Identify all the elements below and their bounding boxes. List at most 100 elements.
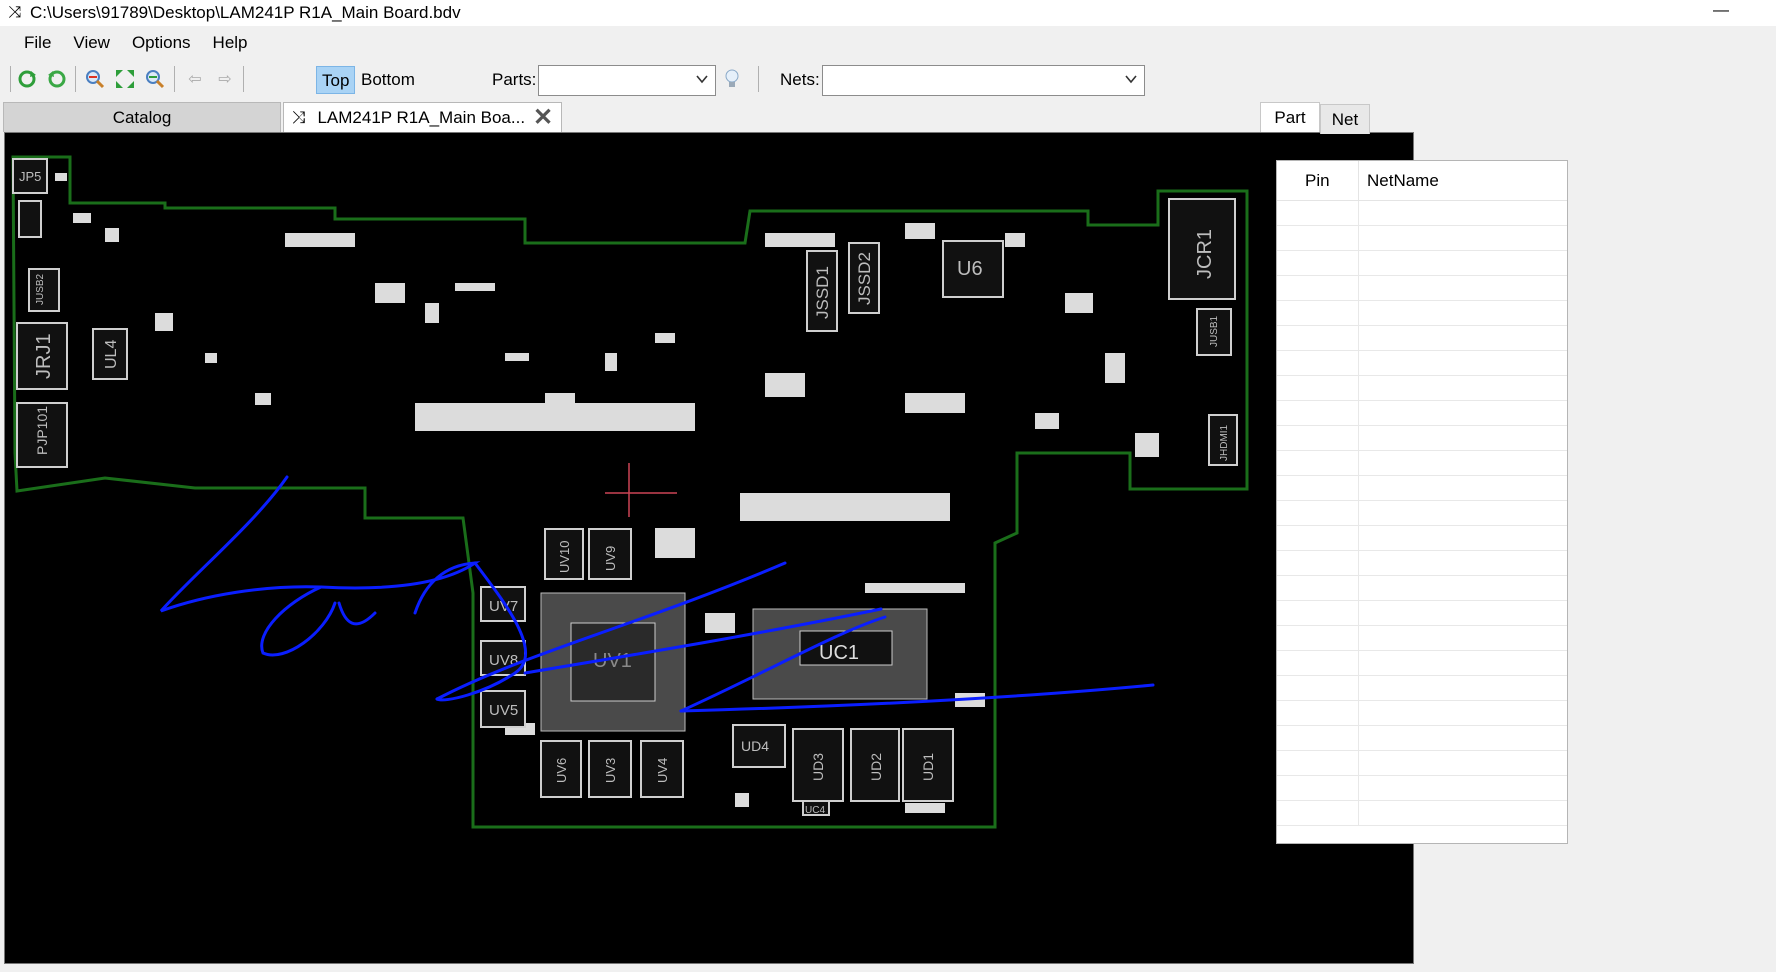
grid-row[interactable] <box>1277 326 1567 351</box>
refresh-icon[interactable] <box>16 68 38 90</box>
grid-row[interactable] <box>1277 301 1567 326</box>
grid-row[interactable] <box>1277 751 1567 776</box>
col-pin-header[interactable]: Pin <box>1277 161 1359 200</box>
grid-row[interactable] <box>1277 551 1567 576</box>
grid-row[interactable] <box>1277 476 1567 501</box>
col-netname-header[interactable]: NetName <box>1359 161 1439 200</box>
grid-cell <box>1277 576 1359 600</box>
nets-label: Nets: <box>780 70 820 89</box>
close-icon[interactable]: ✕ <box>533 103 553 132</box>
grid-cell <box>1277 626 1359 650</box>
bottom-side-button[interactable]: Bottom <box>356 66 420 94</box>
toolbar-grip <box>10 66 11 92</box>
grid-cell <box>1277 276 1359 300</box>
grid-cell <box>1277 726 1359 750</box>
label-uc1: UC1 <box>819 642 859 664</box>
tab-board[interactable]: ⤨ LAM241P R1A_Main Boa... ✕ <box>283 102 562 132</box>
tab-part[interactable]: Part <box>1260 102 1320 132</box>
grid-cell <box>1277 801 1359 825</box>
label-jcr1: JCR1 <box>1194 229 1216 279</box>
zoom-out-icon[interactable] <box>144 68 166 90</box>
grid-cell <box>1277 301 1359 325</box>
label-jusb1: JUSB1 <box>1209 315 1220 347</box>
grid-cell <box>1277 676 1359 700</box>
label-uv3: UV3 <box>603 758 618 783</box>
grid-row[interactable] <box>1277 776 1567 801</box>
grid-row[interactable] <box>1277 376 1567 401</box>
label-uv8: UV8 <box>489 652 518 669</box>
toolbar-separator <box>243 66 244 92</box>
label-uv5: UV5 <box>489 702 518 719</box>
toolbar: ⇦ ⇨ Top Bottom Parts: Nets: <box>0 60 1776 98</box>
grid-row[interactable] <box>1277 401 1567 426</box>
grid-row[interactable] <box>1277 201 1567 226</box>
bulb-icon[interactable] <box>721 68 743 90</box>
tab-net-label: Net <box>1331 109 1359 129</box>
grid-cell <box>1277 776 1359 800</box>
grid-cell <box>1277 476 1359 500</box>
label-uc4: UC4 <box>805 805 825 816</box>
tab-net[interactable]: Net <box>1320 104 1370 134</box>
parts-combobox[interactable] <box>538 65 716 96</box>
grid-row[interactable] <box>1277 251 1567 276</box>
board-canvas[interactable]: JP5 JUSB2 JRJ1 PJP101 UL4 JSSD1 JSSD2 U6… <box>4 132 1414 964</box>
grid-row[interactable] <box>1277 626 1567 651</box>
grid-cell <box>1277 501 1359 525</box>
window-title: C:\Users\91789\Desktop\LAM241P R1A_Main … <box>30 3 461 22</box>
menu-view[interactable]: View <box>62 33 121 53</box>
label-ul4: UL4 <box>103 340 120 369</box>
back-arrow-icon[interactable]: ⇦ <box>184 68 206 90</box>
toolbar-separator <box>758 66 759 92</box>
label-pjp101: PJP101 <box>34 406 50 455</box>
grid-row[interactable] <box>1277 601 1567 626</box>
label-jusb2: JUSB2 <box>35 273 46 305</box>
menu-file[interactable]: File <box>0 33 62 53</box>
top-side-button[interactable]: Top <box>316 66 356 94</box>
pin-net-grid[interactable]: Pin NetName <box>1276 160 1568 844</box>
grid-row[interactable] <box>1277 451 1567 476</box>
minimize-button[interactable]: — <box>1706 2 1736 20</box>
grid-cell <box>1277 426 1359 450</box>
grid-row[interactable] <box>1277 651 1567 676</box>
grid-row[interactable] <box>1277 501 1567 526</box>
forward-arrow-icon[interactable]: ⇨ <box>214 68 236 90</box>
grid-cell <box>1277 526 1359 550</box>
grid-row[interactable] <box>1277 351 1567 376</box>
fit-icon[interactable] <box>114 68 136 90</box>
grid-row[interactable] <box>1277 576 1567 601</box>
label-uv4: UV4 <box>655 758 670 783</box>
nets-combobox[interactable] <box>822 65 1145 96</box>
menu-help[interactable]: Help <box>202 33 259 53</box>
grid-row[interactable] <box>1277 701 1567 726</box>
grid-row[interactable] <box>1277 801 1567 826</box>
label-jhdmi1: JHDMI1 <box>1219 424 1230 461</box>
tab-board-label: LAM241P R1A_Main Boa... <box>317 107 526 127</box>
shuffle-icon: ⤨ <box>8 4 22 21</box>
grid-body <box>1277 201 1567 826</box>
label-jssd2: JSSD2 <box>855 252 874 305</box>
grid-cell <box>1277 226 1359 250</box>
reload-icon[interactable] <box>46 68 68 90</box>
grid-cell <box>1277 326 1359 350</box>
zoom-in-icon[interactable] <box>84 68 106 90</box>
grid-cell <box>1277 376 1359 400</box>
grid-cell <box>1277 751 1359 775</box>
tab-part-label: Part <box>1274 107 1306 127</box>
label-jp5: JP5 <box>19 169 41 184</box>
grid-row[interactable] <box>1277 676 1567 701</box>
grid-cell <box>1277 601 1359 625</box>
grid-header: Pin NetName <box>1277 161 1567 201</box>
tab-catalog-label: Catalog <box>112 107 172 127</box>
grid-row[interactable] <box>1277 526 1567 551</box>
grid-row[interactable] <box>1277 426 1567 451</box>
grid-row[interactable] <box>1277 726 1567 751</box>
menu-options[interactable]: Options <box>121 33 202 53</box>
label-ud3: UD3 <box>810 753 826 781</box>
grid-cell <box>1277 551 1359 575</box>
grid-cell <box>1277 401 1359 425</box>
label-ud1: UD1 <box>920 753 936 781</box>
chevron-down-icon <box>1124 72 1138 89</box>
tab-catalog[interactable]: Catalog <box>3 102 281 132</box>
grid-row[interactable] <box>1277 276 1567 301</box>
grid-row[interactable] <box>1277 226 1567 251</box>
